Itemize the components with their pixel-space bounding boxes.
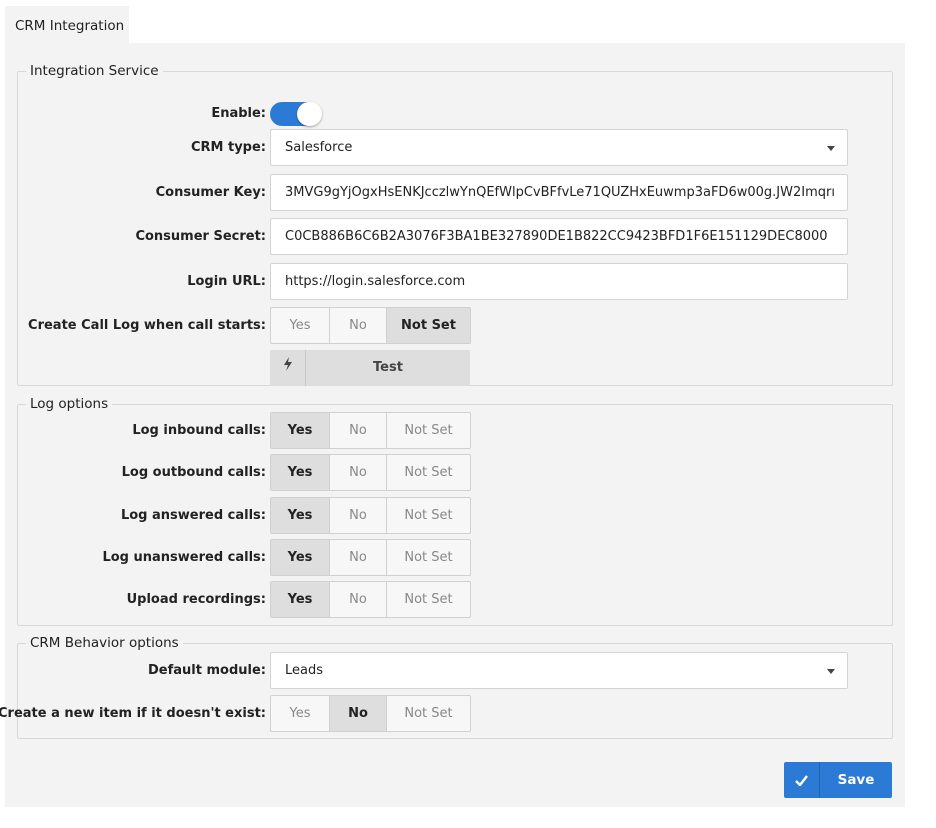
log-options-fieldset: Log options Log inbound calls: Yes No No… bbox=[17, 397, 893, 626]
default-module-select[interactable]: Leads bbox=[270, 652, 848, 689]
test-button-label: Test bbox=[373, 360, 403, 375]
tab-crm-integration[interactable]: CRM Integration bbox=[5, 6, 129, 44]
login-url-label: Login URL: bbox=[187, 274, 266, 289]
crm-behavior-fieldset: CRM Behavior options Default module: Lea… bbox=[0, 635, 893, 739]
option-yes[interactable]: Yes bbox=[271, 498, 330, 533]
enable-label: Enable: bbox=[211, 106, 266, 121]
create-item-label: Create a new item if it doesn't exist: bbox=[0, 706, 266, 721]
option-yes[interactable]: Yes bbox=[271, 582, 330, 617]
option-yes[interactable]: Yes bbox=[271, 540, 330, 575]
option-no[interactable]: No bbox=[330, 540, 387, 575]
consumer-key-field[interactable]: 3MVG9gYjOgxHsENKJcczlwYnQEfWlpCvBFfvLe71… bbox=[270, 174, 848, 211]
log-inbound-segmented: Yes No Not Set bbox=[270, 412, 471, 449]
log-unanswered-segmented: Yes No Not Set bbox=[270, 539, 471, 576]
option-not-set[interactable]: Not Set bbox=[387, 308, 470, 343]
toggle-knob bbox=[297, 102, 322, 126]
option-no[interactable]: No bbox=[330, 308, 387, 343]
create-item-segmented: Yes No Not Set bbox=[270, 695, 471, 732]
call-log-label: Create Call Log when call starts: bbox=[28, 318, 266, 333]
check-icon bbox=[784, 762, 820, 798]
crm-type-select[interactable]: Salesforce bbox=[270, 129, 848, 166]
option-not-set[interactable]: Not Set bbox=[387, 413, 470, 448]
option-no[interactable]: No bbox=[330, 582, 387, 617]
login-url-field[interactable]: https://login.salesforce.com bbox=[270, 263, 848, 300]
call-log-segmented: Yes No Not Set bbox=[270, 307, 471, 344]
enable-toggle[interactable] bbox=[270, 102, 322, 126]
chevron-down-icon bbox=[827, 669, 835, 674]
upload-recordings-label: Upload recordings: bbox=[126, 592, 266, 607]
consumer-secret-field[interactable]: C0CB886B6C6B2A3076F3BA1BE327890DE1B822CC… bbox=[270, 218, 848, 255]
consumer-key-label: Consumer Key: bbox=[155, 185, 266, 200]
save-button-label: Save bbox=[837, 772, 875, 788]
save-button[interactable]: Save bbox=[784, 762, 892, 798]
chevron-down-icon bbox=[827, 146, 835, 151]
option-not-set[interactable]: Not Set bbox=[387, 498, 470, 533]
log-unanswered-label: Log unanswered calls: bbox=[102, 550, 266, 565]
option-no[interactable]: No bbox=[330, 498, 387, 533]
crm-type-label: CRM type: bbox=[190, 140, 266, 155]
settings-panel: Integration Service Enable: CRM type: Sa… bbox=[0, 43, 905, 807]
log-inbound-label: Log inbound calls: bbox=[132, 423, 266, 438]
option-no[interactable]: No bbox=[330, 455, 387, 490]
option-no[interactable]: No bbox=[330, 413, 387, 448]
log-outbound-label: Log outbound calls: bbox=[121, 465, 266, 480]
log-options-legend: Log options bbox=[30, 396, 109, 412]
option-not-set[interactable]: Not Set bbox=[387, 455, 470, 490]
option-yes[interactable]: Yes bbox=[271, 455, 330, 490]
log-answered-segmented: Yes No Not Set bbox=[270, 497, 471, 534]
bolt-icon bbox=[270, 350, 306, 386]
option-yes[interactable]: Yes bbox=[271, 308, 330, 343]
upload-recordings-segmented: Yes No Not Set bbox=[270, 581, 471, 618]
option-not-set[interactable]: Not Set bbox=[387, 540, 470, 575]
test-button[interactable]: Test bbox=[270, 350, 470, 386]
option-yes[interactable]: Yes bbox=[271, 413, 330, 448]
option-not-set[interactable]: Not Set bbox=[387, 582, 470, 617]
option-not-set[interactable]: Not Set bbox=[387, 696, 470, 731]
log-answered-label: Log answered calls: bbox=[120, 508, 266, 523]
consumer-secret-label: Consumer Secret: bbox=[135, 229, 266, 244]
log-outbound-segmented: Yes No Not Set bbox=[270, 454, 471, 491]
crm-behavior-legend: CRM Behavior options bbox=[30, 635, 179, 651]
crm-type-value: Salesforce bbox=[285, 140, 353, 155]
integration-service-fieldset: Integration Service Enable: CRM type: Sa… bbox=[17, 64, 893, 386]
default-module-value: Leads bbox=[285, 663, 324, 678]
option-no[interactable]: No bbox=[330, 696, 387, 731]
option-yes[interactable]: Yes bbox=[271, 696, 330, 731]
integration-service-legend: Integration Service bbox=[30, 63, 159, 79]
default-module-label: Default module: bbox=[148, 663, 266, 678]
